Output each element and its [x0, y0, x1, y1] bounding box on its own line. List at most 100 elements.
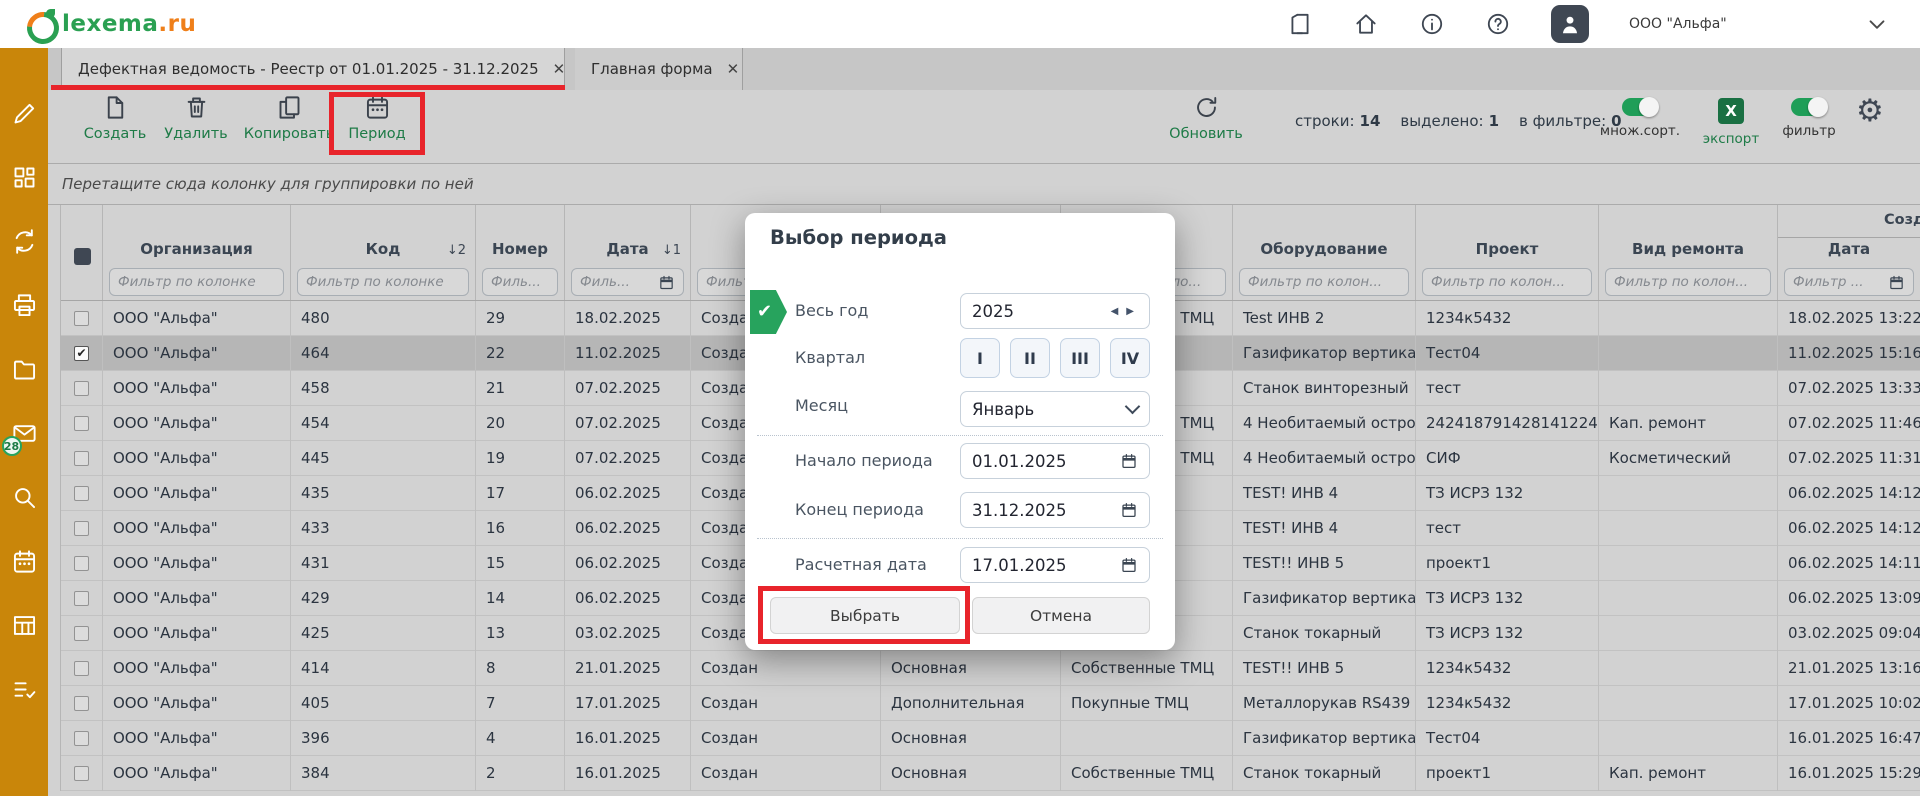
row-checkbox[interactable] — [74, 591, 89, 606]
calendar-icon[interactable] — [1120, 501, 1138, 519]
cell-project: Тест04 — [1416, 336, 1599, 371]
column-header-equipment[interactable]: ОборудованиеФильтр по колон... — [1233, 205, 1416, 300]
filter-input-created[interactable]: Фильтр ... — [1784, 268, 1914, 296]
year-prev-icon[interactable]: ◀ — [1107, 306, 1123, 317]
notification-badge: 28 — [2, 436, 22, 456]
filter-input-date[interactable]: Филь... — [571, 268, 684, 296]
year-stepper[interactable]: 2025 ◀ ▶ — [960, 293, 1150, 329]
close-icon[interactable]: ✕ — [727, 60, 740, 78]
table-row[interactable]: ООО "Альфа"414821.01.2025СозданОсновнаяС… — [61, 651, 1920, 686]
row-checkbox[interactable] — [74, 626, 89, 641]
column-header-code[interactable]: Код↓2Фильтр по колонке — [291, 205, 476, 300]
user-avatar[interactable] — [1551, 5, 1589, 43]
column-header-number[interactable]: НомерФиль... — [476, 205, 565, 300]
column-header-created[interactable]: СозданиеДатаФильтр ... — [1778, 205, 1920, 300]
calendar-icon[interactable] — [1120, 452, 1138, 470]
printer-icon[interactable] — [11, 292, 38, 319]
gear-icon[interactable]: ⚙ — [1856, 96, 1884, 127]
row-checkbox[interactable] — [74, 696, 89, 711]
select-all-checkbox[interactable] — [74, 248, 91, 265]
calc-date-label: Расчетная дата — [795, 555, 927, 574]
close-icon[interactable]: ✕ — [553, 60, 566, 78]
period-end-field[interactable]: 31.12.2025 — [960, 492, 1150, 528]
tab-main-form[interactable]: Главная форма ✕ — [575, 48, 743, 90]
table-row[interactable]: ООО "Альфа"384216.01.2025СозданОсновнаяС… — [61, 756, 1920, 791]
cell-equipment: 4 Необитаемый остров — [1233, 441, 1416, 476]
cell-org: ООО "Альфа" — [103, 721, 291, 756]
row-checkbox[interactable] — [74, 311, 89, 326]
row-checkbox[interactable] — [74, 766, 89, 781]
cell-org: ООО "Альфа" — [103, 406, 291, 441]
search-icon[interactable] — [11, 484, 38, 511]
checklist-icon[interactable] — [11, 676, 38, 703]
row-checkbox[interactable] — [74, 416, 89, 431]
blocks-icon[interactable] — [11, 164, 38, 191]
row-checkbox[interactable] — [74, 451, 89, 466]
column-header-project[interactable]: ПроектФильтр по колон... — [1416, 205, 1599, 300]
filter-toggle[interactable] — [1791, 98, 1827, 116]
calendar-icon[interactable] — [1888, 274, 1905, 291]
refresh-button[interactable]: Обновить — [1168, 94, 1244, 152]
calc-date-field[interactable]: 17.01.2025 — [960, 547, 1150, 583]
row-checkbox[interactable] — [74, 486, 89, 501]
group-by-bar[interactable]: Перетащите сюда колонку для группировки … — [48, 163, 1920, 205]
column-header-org[interactable]: ОрганизацияФильтр по колонке — [103, 205, 291, 300]
quarter-III-button[interactable]: III — [1060, 338, 1100, 378]
full-year-label: Весь год — [795, 301, 868, 320]
select-button[interactable]: Выбрать — [770, 597, 960, 634]
cell-project: 1234к5432 — [1416, 651, 1599, 686]
pencil-icon[interactable] — [11, 100, 38, 127]
filter-input-equipment[interactable]: Фильтр по колон... — [1239, 268, 1409, 296]
cell-date: 06.02.2025 — [565, 511, 691, 546]
cell-number: 2 — [476, 756, 565, 791]
month-select[interactable]: Январь — [960, 391, 1150, 427]
info-icon[interactable] — [1419, 11, 1445, 37]
year-next-icon[interactable]: ▶ — [1122, 306, 1138, 317]
копировать-button[interactable]: Копировать — [240, 94, 338, 152]
column-header-date[interactable]: Дата↓1Филь... — [565, 205, 691, 300]
row-checkbox[interactable] — [74, 521, 89, 536]
full-year-check-icon[interactable]: ✔ — [750, 290, 787, 334]
cancel-button[interactable]: Отмена — [972, 597, 1150, 634]
home-icon[interactable] — [1353, 11, 1379, 37]
column-header-repair_kind[interactable]: Вид ремонтаФильтр по колон... — [1599, 205, 1778, 300]
quarter-II-button[interactable]: II — [1010, 338, 1050, 378]
period-start-field[interactable]: 01.01.2025 — [960, 443, 1150, 479]
quarter-I-button[interactable]: I — [960, 338, 1000, 378]
cell-date: 07.02.2025 — [565, 406, 691, 441]
help-icon[interactable] — [1485, 11, 1511, 37]
filter-input-repair_kind[interactable]: Фильтр по колон... — [1605, 268, 1771, 296]
quarter-IV-button[interactable]: IV — [1110, 338, 1150, 378]
calendar-icon[interactable] — [1120, 556, 1138, 574]
table-icon[interactable] — [11, 612, 38, 639]
cell-number: 14 — [476, 581, 565, 616]
excel-export-icon[interactable]: X — [1718, 98, 1744, 124]
filter-input-org[interactable]: Фильтр по колонке — [109, 268, 284, 296]
период-button[interactable]: Период — [342, 94, 412, 152]
table-row[interactable]: ООО "Альфа"396416.01.2025СозданОсновнаяГ… — [61, 721, 1920, 756]
table-row[interactable]: ООО "Альфа"405717.01.2025СозданДополните… — [61, 686, 1920, 721]
filter-input-project[interactable]: Фильтр по колон... — [1422, 268, 1592, 296]
удалить-button[interactable]: Удалить — [156, 94, 236, 152]
row-checkbox[interactable] — [74, 381, 89, 396]
cell-equipment: Металлорукав RS439 — [1233, 686, 1416, 721]
chevron-down-icon[interactable] — [1864, 11, 1890, 37]
folder-icon[interactable] — [11, 356, 38, 383]
row-checkbox[interactable] — [74, 731, 89, 746]
row-checkbox[interactable]: ✔ — [74, 346, 89, 361]
cell-code: 431 — [291, 546, 476, 581]
month-value: Январь — [972, 400, 1127, 419]
row-checkbox[interactable] — [74, 556, 89, 571]
создать-button[interactable]: Создать — [76, 94, 154, 152]
company-name: ООО "Альфа" — [1629, 16, 1727, 32]
sync-icon[interactable] — [11, 228, 38, 255]
calendar-icon[interactable] — [11, 548, 38, 575]
filter-input-number[interactable]: Филь... — [482, 268, 558, 296]
tab-defect-registry[interactable]: Дефектная ведомость - Реестр от 01.01.20… — [61, 48, 565, 90]
filter-input-code[interactable]: Фильтр по колонке — [297, 268, 469, 296]
multisort-toggle[interactable] — [1622, 98, 1658, 116]
forms-icon[interactable] — [1287, 11, 1313, 37]
mail-icon[interactable]: 28 — [11, 420, 38, 447]
row-checkbox[interactable] — [74, 661, 89, 676]
calendar-icon[interactable] — [658, 274, 675, 291]
